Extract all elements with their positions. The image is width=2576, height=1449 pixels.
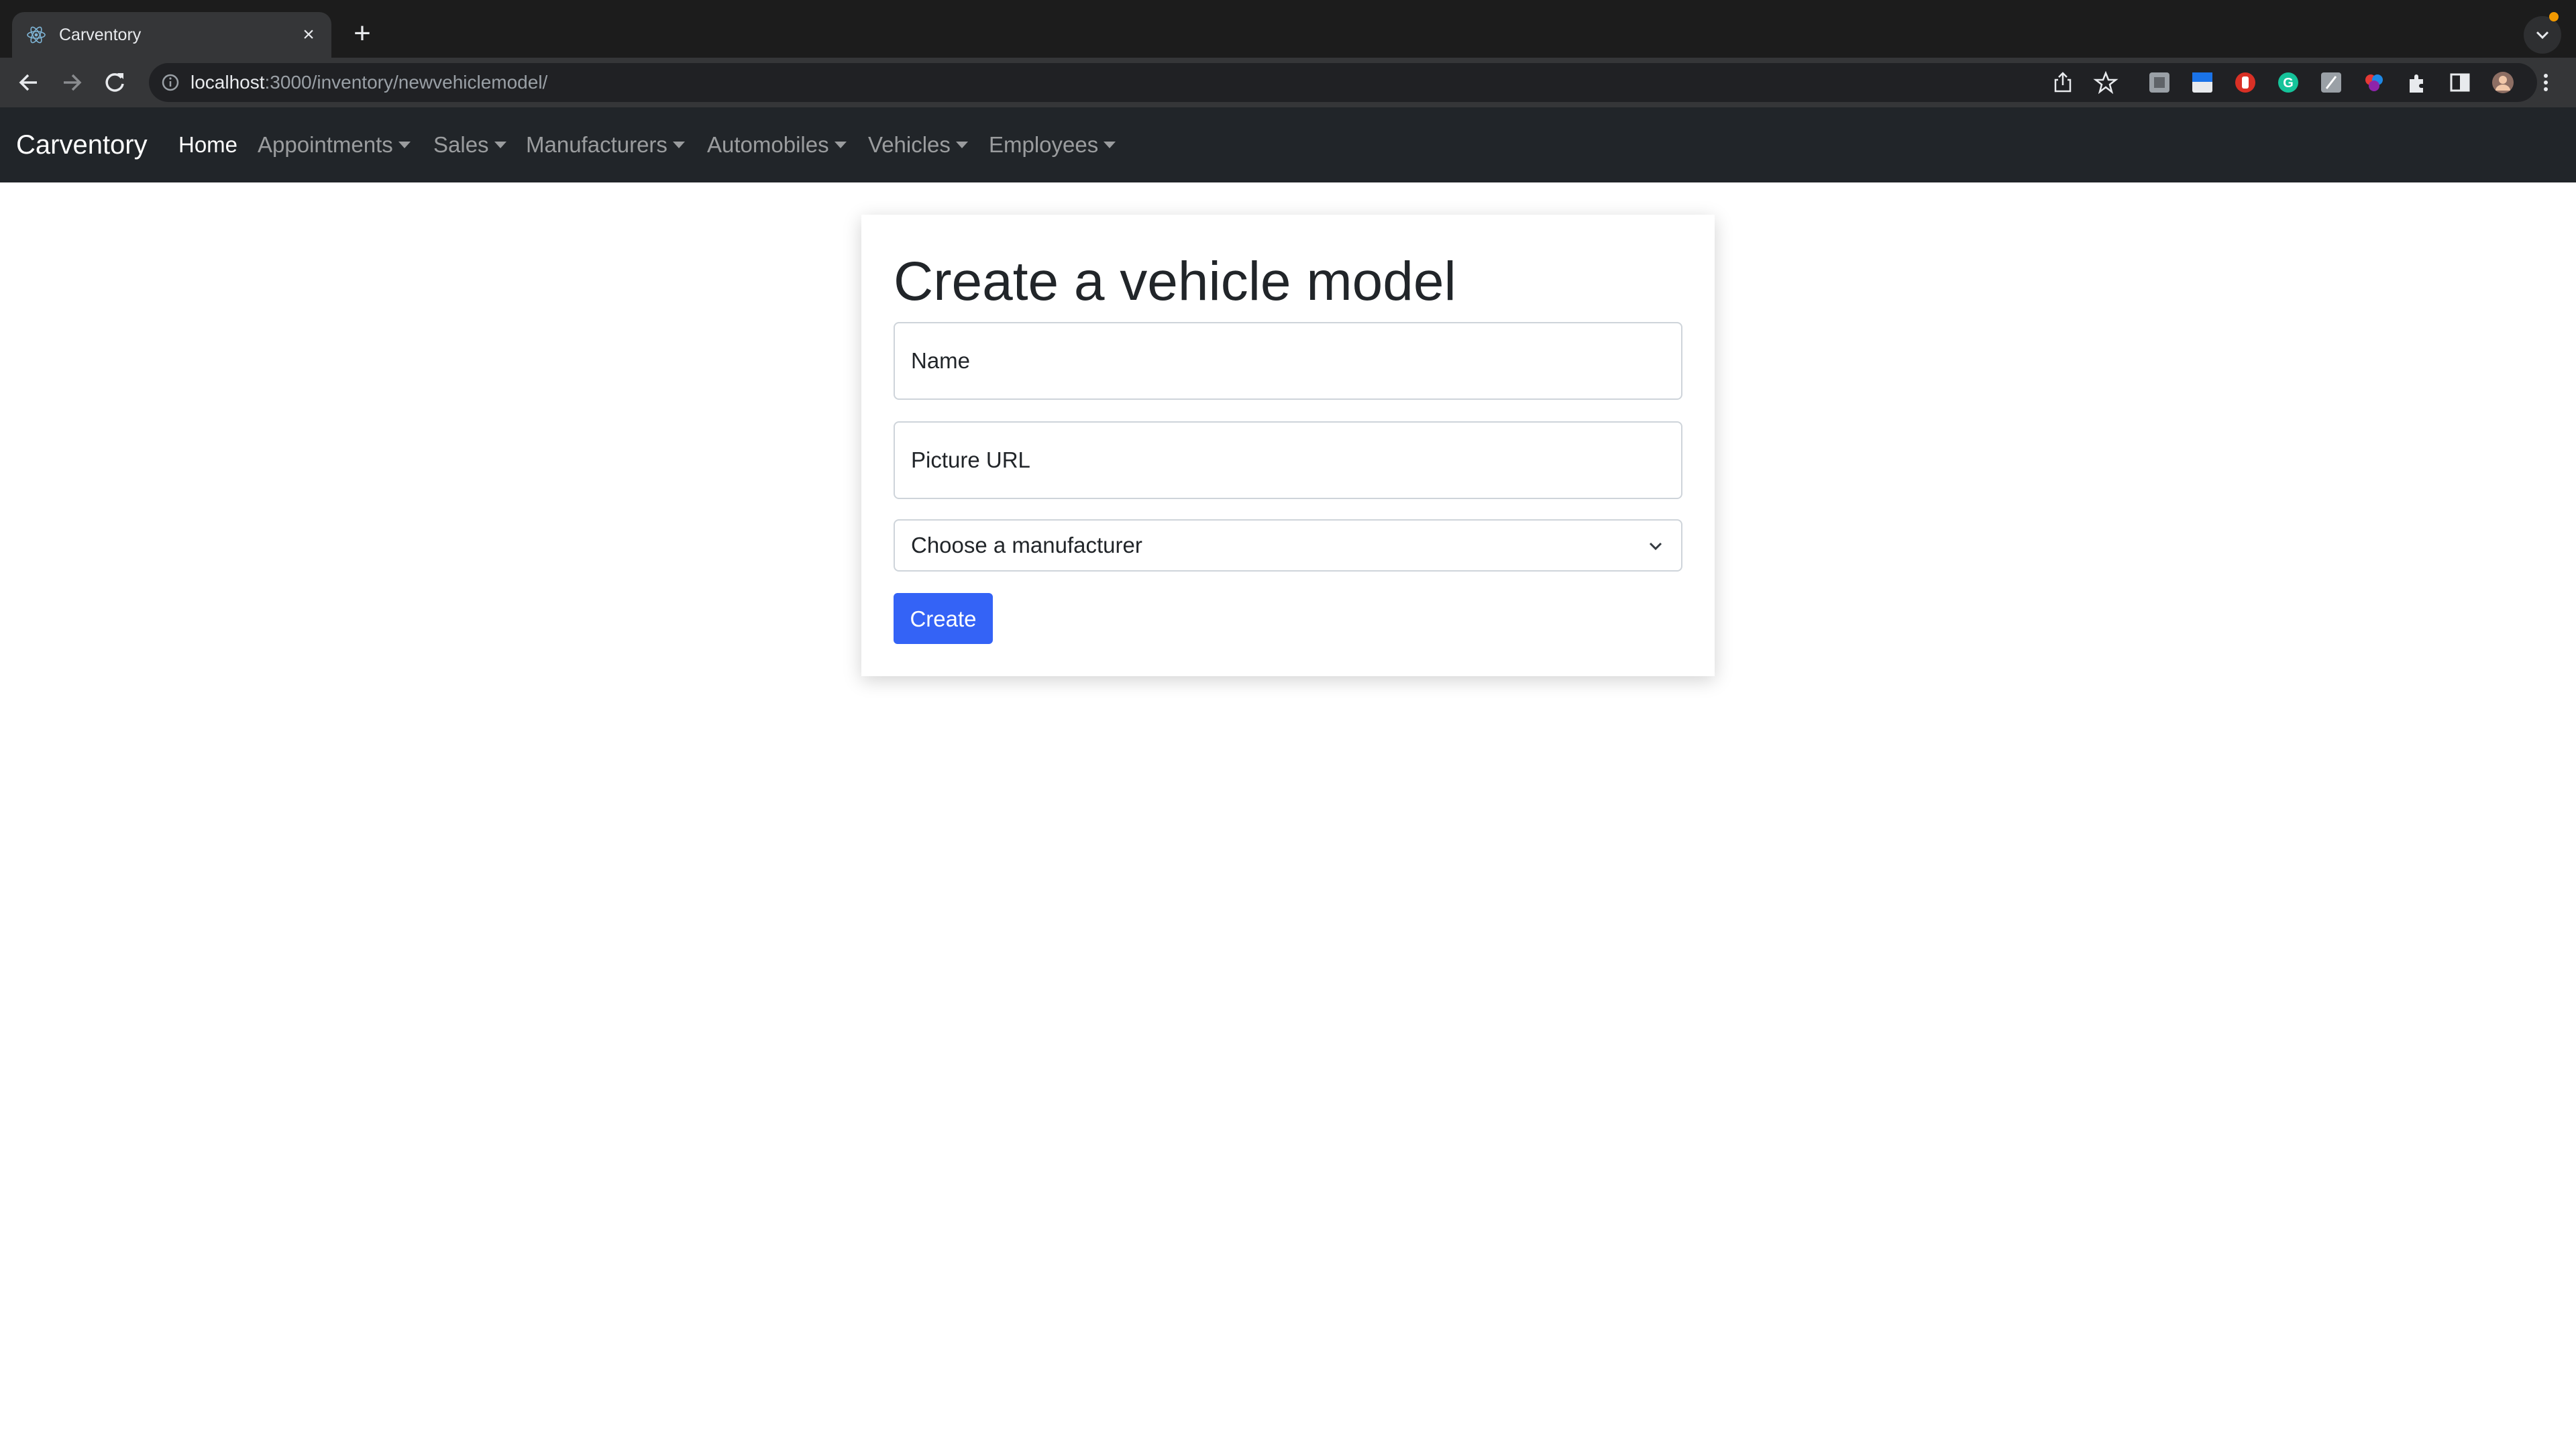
- svg-text:G: G: [2283, 76, 2294, 91]
- page-title: Create a vehicle model: [894, 251, 1456, 312]
- browser-tabstrip: Carventory × +: [0, 0, 2576, 58]
- tab-search-button[interactable]: [2524, 12, 2561, 54]
- nav-sales[interactable]: Sales: [433, 107, 506, 182]
- nav-automobiles-label: Automobiles: [707, 132, 829, 157]
- forward-arrow-icon[interactable]: [54, 64, 90, 101]
- nav-automobiles[interactable]: Automobiles: [707, 107, 847, 182]
- notification-dot: [2549, 12, 2559, 21]
- manufacturer-select-value: Choose a manufacturer: [911, 533, 1142, 557]
- extension-blue-icon[interactable]: [2190, 70, 2215, 95]
- picture-url-input[interactable]: Picture URL: [894, 421, 1682, 499]
- extension-slash-icon[interactable]: [2318, 70, 2344, 95]
- close-tab-icon[interactable]: ×: [295, 21, 322, 48]
- nav-appointments[interactable]: Appointments: [258, 107, 411, 182]
- reload-icon[interactable]: [97, 64, 133, 101]
- manufacturer-select[interactable]: Choose a manufacturer: [894, 519, 1682, 572]
- browser-toolbar: localhost:3000/inventory/newvehiclemodel…: [0, 58, 2576, 107]
- name-input-placeholder: Name: [911, 348, 971, 373]
- bookmark-star-icon[interactable]: [2093, 70, 2118, 95]
- picture-url-input-placeholder: Picture URL: [911, 447, 1030, 472]
- create-vehicle-model-card: Create a vehicle model Name Picture URL …: [861, 215, 1715, 676]
- url-path: :3000/inventory/newvehiclemodel/: [264, 72, 548, 93]
- navbar-brand[interactable]: Carventory: [16, 107, 148, 182]
- nav-employees-label: Employees: [989, 132, 1099, 157]
- extension-grey-icon[interactable]: [2147, 70, 2172, 95]
- browser-menu-icon[interactable]: [2533, 70, 2559, 95]
- caret-down-icon: [834, 142, 847, 148]
- create-button[interactable]: Create: [894, 593, 993, 644]
- caret-down-icon: [398, 142, 411, 148]
- react-icon: [27, 26, 46, 44]
- nav-home-label: Home: [178, 132, 238, 157]
- nav-vehicles[interactable]: Vehicles: [868, 107, 968, 182]
- browser-tab[interactable]: Carventory ×: [12, 12, 331, 58]
- nav-home[interactable]: Home: [178, 107, 237, 182]
- chevron-down-icon: [2536, 31, 2549, 40]
- extensions-puzzle-icon[interactable]: [2404, 70, 2430, 95]
- caret-down-icon: [494, 142, 506, 148]
- url-text: localhost:3000/inventory/newvehiclemodel…: [191, 63, 547, 102]
- nav-vehicles-label: Vehicles: [868, 132, 951, 157]
- side-panel-icon[interactable]: [2447, 70, 2473, 95]
- caret-down-icon: [672, 142, 685, 148]
- address-bar[interactable]: localhost:3000/inventory/newvehiclemodel…: [149, 63, 2537, 102]
- url-host: localhost: [191, 72, 265, 93]
- new-tab-icon[interactable]: +: [345, 19, 380, 50]
- grammarly-icon[interactable]: G: [2275, 70, 2301, 95]
- nav-manufacturers-label: Manufacturers: [526, 132, 667, 157]
- app-navbar: Carventory Home Appointments Sales Manuf…: [0, 107, 2576, 182]
- site-info-icon[interactable]: [160, 72, 181, 93]
- nav-manufacturers[interactable]: Manufacturers: [526, 107, 685, 182]
- nav-employees[interactable]: Employees: [989, 107, 1116, 182]
- caret-down-icon: [1104, 142, 1116, 148]
- caret-down-icon: [955, 142, 968, 148]
- nav-appointments-label: Appointments: [258, 132, 393, 157]
- extension-colorful-icon[interactable]: [2361, 70, 2387, 95]
- chevron-down-icon: [1649, 542, 1662, 551]
- back-arrow-icon[interactable]: [11, 64, 47, 101]
- extension-red-icon[interactable]: [2233, 70, 2258, 95]
- tab-title: Carventory: [59, 25, 142, 44]
- nav-sales-label: Sales: [433, 132, 489, 157]
- profile-avatar-icon[interactable]: [2490, 70, 2516, 95]
- share-icon[interactable]: [2050, 70, 2076, 95]
- name-input[interactable]: Name: [894, 322, 1682, 400]
